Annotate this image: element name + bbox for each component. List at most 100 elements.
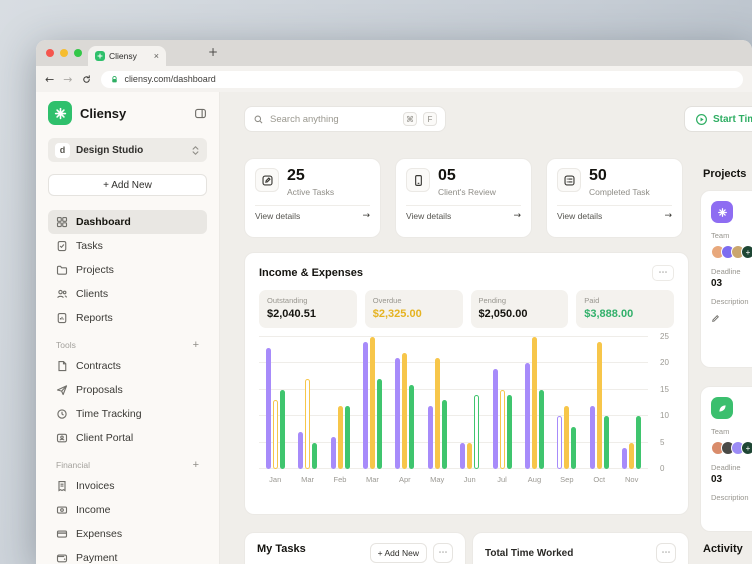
chart-group: Oct (589, 342, 609, 491)
chart-group: May (427, 358, 447, 491)
add-task-button[interactable]: + Add New (369, 543, 427, 563)
project-card[interactable]: Team + Deadline 03 Description (700, 386, 752, 532)
sidebar-item-projects[interactable]: Projects (48, 258, 207, 282)
tile-paid: Paid $3,888.00 (576, 290, 674, 328)
deadline-value: 03 (711, 278, 723, 289)
y-tick-label: 15 (660, 384, 669, 394)
stat-card-clients-review: 05 Client's Review View details → (395, 158, 532, 238)
section-tools: Tools + (56, 339, 199, 351)
section-financial: Financial + (56, 459, 199, 471)
arrow-right-icon[interactable]: → (362, 211, 370, 221)
team-avatars: + (711, 245, 752, 259)
card-menu-button[interactable]: ⋯ (656, 543, 676, 563)
tile-pending: Pending $2,050.00 (470, 290, 569, 328)
green-bar (441, 400, 447, 469)
back-button[interactable]: ← (45, 73, 54, 86)
purple-bar (460, 442, 466, 469)
tile-label: Paid (584, 296, 600, 305)
y-tick-label: 25 (660, 332, 669, 341)
y-tick-label: 5 (660, 437, 665, 447)
add-tool-button[interactable]: + (193, 339, 199, 351)
sidebar-item-expenses[interactable]: Expenses (48, 522, 207, 546)
avatar-more-button[interactable]: + (741, 441, 752, 455)
sidebar-item-invoices[interactable]: Invoices (48, 474, 207, 498)
forward-button[interactable]: → (63, 73, 72, 86)
x-tick-label: Aug (527, 475, 542, 484)
purple-bar (524, 363, 530, 469)
sidebar-item-clients[interactable]: Clients (48, 282, 207, 306)
reload-button[interactable] (81, 74, 92, 85)
yellow-bar (337, 405, 343, 469)
tab-close-icon[interactable]: × (154, 51, 159, 61)
chart-yaxis: 0 5 10 15 20 25 (652, 332, 674, 491)
sidebar-item-payment[interactable]: Payment (48, 546, 207, 564)
view-details-link[interactable]: View details (406, 211, 451, 221)
tile-label: Overdue (372, 296, 402, 305)
view-details-link[interactable]: View details (557, 211, 602, 221)
team-label: Team (711, 427, 730, 436)
sidebar-item-label: Tasks (76, 240, 103, 252)
close-window-button[interactable] (46, 49, 54, 57)
tile-label: Outstanding (267, 296, 308, 305)
x-tick-label: Jul (497, 475, 507, 484)
workspace-selector[interactable]: d Design Studio (48, 138, 207, 162)
green-bar (279, 389, 285, 469)
view-details-link[interactable]: View details (255, 211, 300, 221)
purple-bar (395, 358, 401, 469)
avatar-more-button[interactable]: + (741, 245, 752, 259)
sidebar-item-contracts[interactable]: Contracts (48, 354, 207, 378)
address-bar[interactable]: cliensy.com/dashboard (101, 70, 743, 88)
chart-groups: Jan Mar Feb Mar Apr May Jun Jul Aug Sep Oct Nov (259, 337, 648, 491)
portal-icon (56, 432, 68, 444)
y-tick-label: 0 (660, 464, 665, 473)
sidebar-item-label: Contracts (76, 360, 121, 372)
search-bar[interactable]: ⌘ F (244, 106, 446, 132)
arrow-right-icon[interactable]: → (664, 211, 672, 221)
sidebar-item-income[interactable]: Income (48, 498, 207, 522)
minimize-window-button[interactable] (60, 49, 68, 57)
sidebar-item-time-tracking[interactable]: Time Tracking (48, 402, 207, 426)
new-tab-button[interactable]: + (208, 45, 218, 59)
collapse-sidebar-icon[interactable] (194, 107, 207, 120)
time-worked-title: Total Time Worked (485, 547, 574, 559)
project-card[interactable]: Team + Deadline 03 Description (700, 190, 752, 368)
green-bar (636, 416, 642, 469)
x-tick-label: May (430, 475, 445, 484)
project-icon-purple (711, 201, 733, 223)
add-financial-button[interactable]: + (193, 459, 199, 471)
sidebar-item-label: Income (76, 504, 111, 516)
tasks-icon (56, 240, 68, 252)
grid-icon (56, 216, 68, 228)
arrow-right-icon[interactable]: → (513, 211, 521, 221)
description-label: Description (711, 297, 749, 306)
browser-tab[interactable]: Cliensy × (88, 46, 166, 66)
my-tasks-title: My Tasks (257, 543, 306, 555)
stat-label: Active Tasks (287, 186, 335, 197)
purple-bar (492, 368, 498, 469)
edit-row (711, 314, 752, 323)
pencil-icon[interactable] (711, 314, 720, 323)
deadline-label: Deadline (711, 267, 741, 276)
sidebar-item-tasks[interactable]: Tasks (48, 234, 207, 258)
workspace-name: Design Studio (76, 144, 144, 156)
sidebar-item-reports[interactable]: Reports (48, 306, 207, 330)
sidebar-item-client-portal[interactable]: Client Portal (48, 426, 207, 450)
browser-chrome: Cliensy × + (36, 40, 752, 66)
sidebar-item-dashboard[interactable]: Dashboard (48, 210, 207, 234)
yellow-bar (629, 442, 635, 469)
green-bar (376, 379, 382, 469)
chart-group: Mar (298, 379, 318, 491)
stat-label: Completed Task (589, 186, 650, 197)
section-title: Financial (56, 460, 91, 470)
purple-bar (557, 416, 563, 469)
zoom-window-button[interactable] (74, 49, 82, 57)
chart-group: Jul (492, 368, 512, 491)
yellow-bar (531, 337, 537, 469)
card-menu-button[interactable]: ⋯ (652, 265, 674, 281)
deadline-value: 03 (711, 474, 723, 485)
sidebar-item-proposals[interactable]: Proposals (48, 378, 207, 402)
search-input[interactable] (270, 113, 397, 125)
section-title: Tools (56, 340, 76, 350)
add-new-button[interactable]: + Add New (48, 174, 207, 196)
card-menu-button[interactable]: ⋯ (433, 543, 453, 563)
